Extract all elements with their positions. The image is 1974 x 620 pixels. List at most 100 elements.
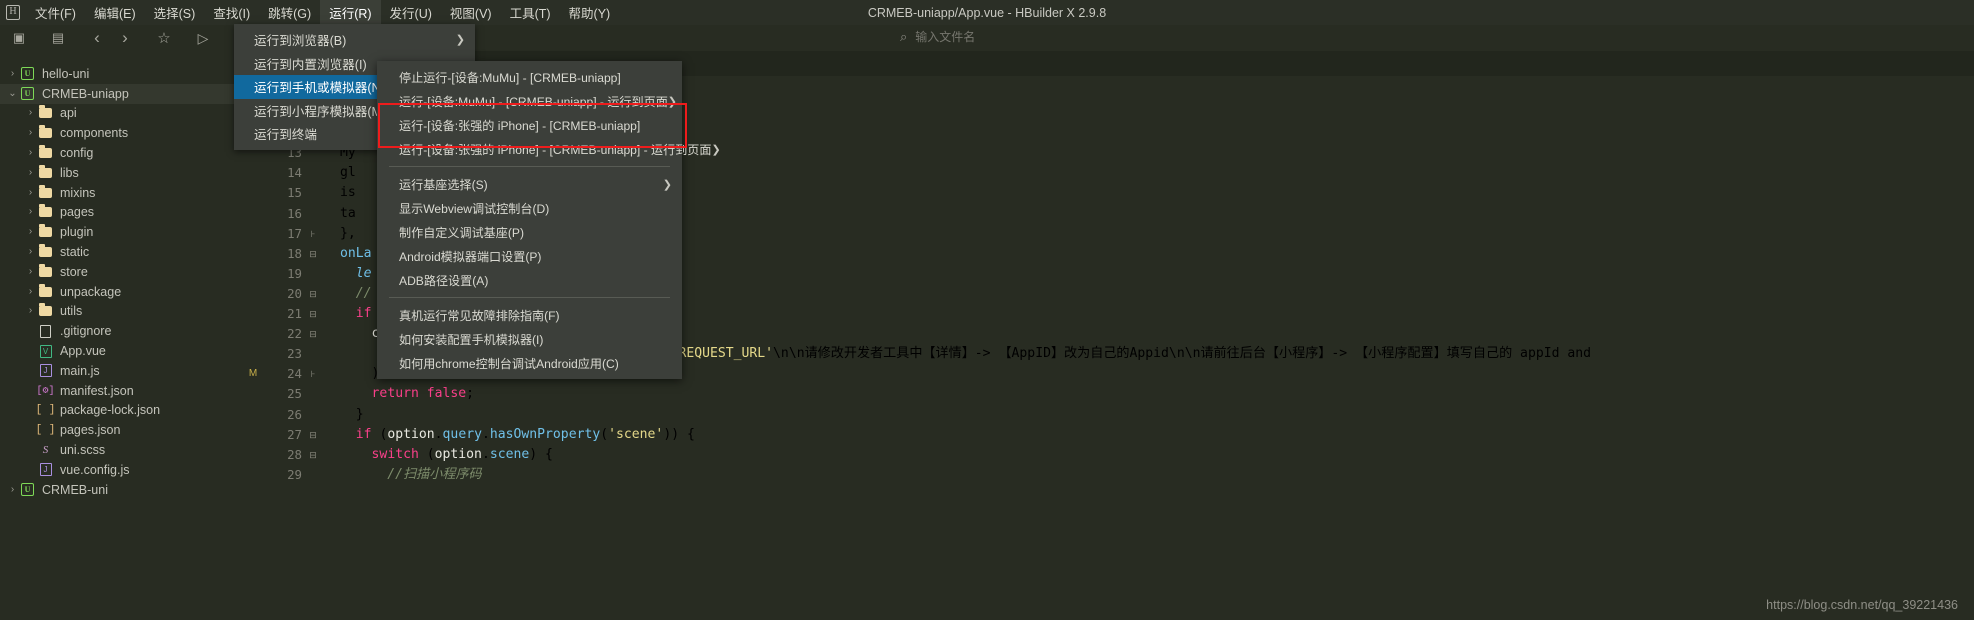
tree-item-label: components: [60, 126, 129, 141]
fold-toggle-icon[interactable]: [302, 344, 324, 364]
run-submenu-item[interactable]: 运行-[设备:张强的 iPhone] - [CRMEB-uniapp]: [377, 113, 682, 137]
tree-item-pages[interactable]: › pages: [0, 203, 234, 223]
file-search-box[interactable]: ⌕ 输入文件名: [900, 28, 975, 45]
menu-bar-item[interactable]: 跳转(G): [259, 0, 320, 25]
back-arrow-icon[interactable]: ‹: [84, 27, 110, 49]
line-number: 18: [287, 245, 302, 261]
run-submenu-item[interactable]: 停止运行-[设备:MuMu] - [CRMEB-uniapp]: [377, 65, 682, 89]
tree-item-crmeb-uniapp[interactable]: ⌄ U CRMEB-uniapp: [0, 83, 234, 104]
chevron-right-icon[interactable]: ›: [24, 148, 37, 158]
menu-bar-item[interactable]: 文件(F): [26, 0, 85, 25]
tree-item-unpackage[interactable]: › unpackage: [0, 282, 234, 302]
chevron-right-icon[interactable]: ›: [24, 247, 37, 257]
menu-bar-item-label: 跳转(G): [268, 6, 312, 21]
menu-separator: [389, 166, 670, 167]
tree-item-hello-uni[interactable]: › Uhello-uni: [0, 64, 234, 84]
run-submenu-item[interactable]: ADB路径设置(A): [377, 268, 682, 292]
tree-item-main-js[interactable]: Jmain.js: [0, 361, 234, 381]
project-file-tree[interactable]: › Uhello-uni ⌄ U CRMEB-uniapp › api › components…: [0, 51, 234, 620]
line-number: 28: [287, 446, 302, 462]
run-submenu-item[interactable]: 运行-[设备:MuMu] - [CRMEB-uniapp] - 运行到页面 ❯: [377, 89, 682, 113]
menu-bar-item[interactable]: 工具(T): [501, 0, 560, 25]
fold-toggle-icon[interactable]: [302, 163, 324, 183]
uniapp-project-icon: U: [19, 87, 36, 101]
menu-bar-item[interactable]: 选择(S): [145, 0, 205, 25]
tree-item-manifest-json[interactable]: [⚙] manifest.json: [0, 381, 234, 401]
fold-toggle-icon[interactable]: ⊟: [302, 244, 324, 264]
fold-toggle-icon[interactable]: ⊟: [302, 425, 324, 445]
run-submenu-item[interactable]: 如何安装配置手机模拟器(I): [377, 327, 682, 351]
menu-bar-item[interactable]: 帮助(Y): [560, 0, 620, 25]
tree-item-mixins[interactable]: › mixins: [0, 183, 234, 203]
tree-item-utils[interactable]: › utils: [0, 302, 234, 322]
run-submenu-item[interactable]: 运行-[设备:张强的 iPhone] - [CRMEB-uniapp] - 运行…: [377, 137, 721, 161]
fold-toggle-icon[interactable]: [302, 405, 324, 425]
tree-item-api[interactable]: › api: [0, 104, 234, 124]
menu-bar-item[interactable]: 发行(U): [381, 0, 441, 25]
chevron-right-icon[interactable]: ›: [24, 227, 37, 237]
tree-item-pages-json[interactable]: [ ] pages.json: [0, 420, 234, 440]
chevron-right-icon[interactable]: ›: [24, 306, 37, 316]
tree-item-label: manifest.json: [60, 383, 134, 398]
tree-item-label: store: [60, 264, 88, 279]
menu-bar-item[interactable]: 运行(R): [320, 0, 381, 25]
folder-icon: [37, 204, 54, 218]
tree-item-uni-scss[interactable]: Suni.scss: [0, 440, 234, 460]
fold-toggle-icon[interactable]: [302, 183, 324, 203]
run-submenu-item[interactable]: 显示Webview调试控制台(D): [377, 196, 682, 220]
chevron-down-icon[interactable]: ⌄: [6, 88, 19, 99]
tree-item-components[interactable]: › components: [0, 123, 234, 143]
run-menu-item[interactable]: 运行到浏览器(B) ❯: [234, 28, 475, 52]
tree-item-plugin[interactable]: › plugin: [0, 222, 234, 242]
tree-item-app-vue[interactable]: V App.vue: [0, 341, 234, 361]
tree-item-label: mixins: [60, 185, 96, 200]
fold-toggle-icon[interactable]: ⊦: [302, 224, 324, 244]
chevron-right-icon[interactable]: ›: [24, 207, 37, 217]
run-submenu-item[interactable]: Android模拟器端口设置(P): [377, 244, 682, 268]
forward-arrow-icon[interactable]: ›: [112, 27, 138, 49]
tree-item-package-lock-json[interactable]: [ ] package-lock.json: [0, 401, 234, 421]
tree-item-store[interactable]: › store: [0, 262, 234, 282]
menu-bar-item[interactable]: 视图(V): [441, 0, 501, 25]
run-submenu-item[interactable]: 运行基座选择(S) ❯: [377, 172, 682, 196]
chevron-right-icon[interactable]: ›: [6, 68, 19, 79]
fold-toggle-icon[interactable]: ⊟: [302, 284, 324, 304]
fold-toggle-icon[interactable]: [302, 204, 324, 224]
tree-item-libs[interactable]: › libs: [0, 163, 234, 183]
fold-toggle-icon[interactable]: [302, 264, 324, 284]
fold-toggle-icon[interactable]: [302, 465, 324, 485]
chevron-right-icon[interactable]: ›: [24, 128, 37, 138]
tree-item-config[interactable]: › config: [0, 143, 234, 163]
fold-toggle-icon[interactable]: ⊦: [302, 364, 324, 384]
menu-bar-item[interactable]: 查找(I): [204, 0, 259, 25]
chevron-right-icon[interactable]: ›: [24, 108, 37, 118]
run-submenu-item[interactable]: 如何用chrome控制台调试Android应用(C): [377, 351, 682, 375]
gutter-marker: [234, 465, 272, 485]
panel-toggle-icon[interactable]: ▣: [6, 27, 32, 49]
chevron-right-icon[interactable]: ›: [24, 266, 37, 277]
chevron-right-icon[interactable]: ›: [6, 484, 19, 495]
tree-item-static[interactable]: › static: [0, 242, 234, 262]
bookmark-star-icon[interactable]: ☆: [151, 27, 177, 49]
chevron-right-icon[interactable]: ›: [24, 187, 37, 198]
menu-bar-item-label: 帮助(Y): [568, 6, 611, 21]
run-play-icon[interactable]: ▷: [190, 27, 216, 49]
run-submenu-panel[interactable]: 停止运行-[设备:MuMu] - [CRMEB-uniapp] 运行-[设备:Mu…: [377, 61, 721, 379]
tree-item-crmeb-uni[interactable]: › U CRMEB-uni: [0, 480, 234, 500]
fold-toggle-icon[interactable]: ⊟: [302, 304, 324, 324]
gutter-marker: [234, 163, 272, 183]
save-icon[interactable]: ▤: [45, 27, 71, 49]
menu-bar-item[interactable]: 编辑(E): [85, 0, 145, 25]
tree-item--gitignore[interactable]: .gitignore: [0, 321, 234, 341]
chevron-right-icon[interactable]: ›: [24, 167, 37, 178]
search-input-placeholder[interactable]: 输入文件名: [915, 28, 975, 45]
run-submenu-item[interactable]: 真机运行常见故障排除指南(F): [377, 303, 682, 327]
json-file-icon: [ ]: [35, 404, 56, 417]
fold-toggle-icon[interactable]: ⊟: [302, 324, 324, 344]
chevron-right-icon[interactable]: ›: [24, 286, 37, 297]
run-submenu-item[interactable]: 制作自定义调试基座(P): [377, 220, 682, 244]
tree-item-vue-config-js[interactable]: Jvue.config.js: [0, 460, 234, 480]
fold-toggle-icon[interactable]: ⊟: [302, 445, 324, 465]
fold-toggle-icon[interactable]: [302, 384, 324, 404]
menu-bar-item-label: 编辑(E): [93, 6, 136, 21]
